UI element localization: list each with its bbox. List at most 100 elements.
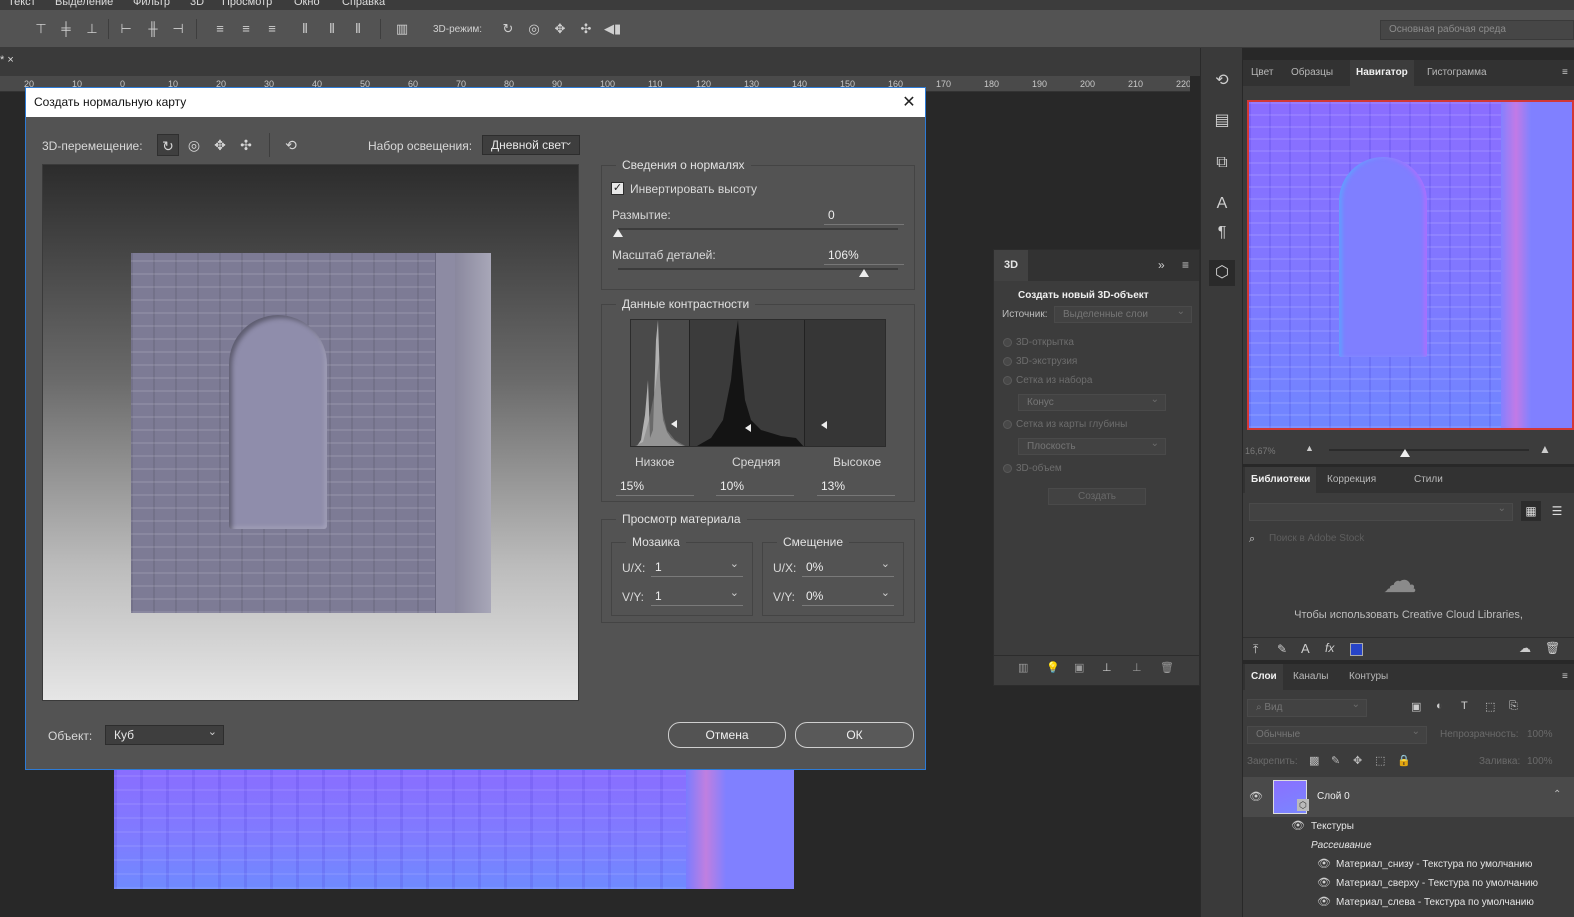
lighting-select[interactable]: Дневной свет <box>482 133 580 155</box>
offset-vy-input[interactable]: 0% <box>802 584 894 606</box>
3d-slide-icon[interactable]: ✣ <box>578 21 594 37</box>
ground-plane-icon[interactable]: ⊥ <box>1102 661 1112 674</box>
3d-panel-icon[interactable]: ⬡ <box>1209 260 1235 286</box>
navigator-preview[interactable] <box>1247 100 1574 430</box>
menu-item-select[interactable]: Выделение <box>55 0 113 8</box>
3d-roll-icon[interactable]: ◎ <box>526 21 542 37</box>
align-right-icon[interactable]: ⊣ <box>170 21 186 37</box>
menu-item-filter[interactable]: Фильтр <box>133 0 170 8</box>
lock-position-icon[interactable]: ✥ <box>1353 754 1362 767</box>
character-icon[interactable]: A <box>1209 191 1235 217</box>
list-view-icon[interactable]: ☰ <box>1547 501 1567 521</box>
source-select[interactable]: Выделенные слои <box>1054 304 1192 323</box>
fx-icon[interactable]: fx <box>1325 641 1334 655</box>
tile-ux-input[interactable]: 1 <box>651 555 743 577</box>
tab-adjustments[interactable]: Коррекция <box>1321 467 1382 493</box>
library-select[interactable] <box>1249 501 1513 521</box>
stock-search-input[interactable]: Поиск в Adobe Stock <box>1269 533 1364 544</box>
blur-slider-track[interactable] <box>618 228 898 230</box>
tab-channels[interactable]: Каналы <box>1287 664 1335 690</box>
pan-icon[interactable]: ✥ <box>209 134 231 156</box>
workspace-select[interactable]: Основная рабочая среда <box>1380 20 1574 40</box>
detail-scale-slider-track[interactable] <box>618 268 898 270</box>
cancel-button[interactable]: Отмена <box>668 722 786 748</box>
ok-button[interactable]: ОК <box>795 722 914 748</box>
invert-height-checkbox[interactable]: ✓ <box>611 182 624 195</box>
distribute-bottom-icon[interactable]: ≡ <box>264 21 280 37</box>
zoom-out-icon[interactable]: ▲ <box>1305 443 1314 453</box>
close-icon[interactable]: ✕ <box>898 92 920 114</box>
zoom-slider-thumb[interactable] <box>1400 449 1410 457</box>
preset-select[interactable]: Конус <box>1018 392 1166 411</box>
trash-icon[interactable]: 🗑 <box>1160 661 1174 674</box>
blur-value[interactable]: 0 <box>824 206 904 225</box>
preview-cube[interactable] <box>131 253 491 613</box>
3d-rotate-icon[interactable]: ↻ <box>500 21 516 37</box>
visibility-eye-icon[interactable]: 👁 <box>1291 819 1305 833</box>
tab-styles[interactable]: Стили <box>1408 467 1449 493</box>
menu-item-help[interactable]: Справка <box>342 0 385 8</box>
visibility-eye-icon[interactable]: 👁 <box>1317 857 1331 871</box>
zoom-slider-track[interactable] <box>1329 449 1529 451</box>
mid-value[interactable]: 10% <box>716 477 794 496</box>
align-vcenter-icon[interactable]: ╪ <box>58 21 74 37</box>
visibility-eye-icon[interactable]: 👁 <box>1249 790 1263 804</box>
material-row[interactable]: 👁 Материал_слева - Текстура по умолчанию <box>1243 893 1574 912</box>
depth-select[interactable]: Плоскость <box>1018 436 1166 455</box>
auto-align-icon[interactable]: ▥ <box>394 21 410 37</box>
radio-depth-map[interactable] <box>1003 420 1012 429</box>
distribute-left-icon[interactable]: ⦀ <box>297 21 313 37</box>
paragraph-icon[interactable]: ¶ <box>1209 220 1235 246</box>
collapse-panel-icon[interactable]: » <box>1158 258 1165 272</box>
align-top-icon[interactable]: ⊤ <box>33 21 49 37</box>
radio-volume[interactable] <box>1003 464 1012 473</box>
add-light-icon[interactable]: ⊥ <box>1132 661 1142 674</box>
visibility-eye-icon[interactable]: 👁 <box>1317 876 1331 890</box>
material-row[interactable]: 👁 Материал_сверху - Текстура по умолчани… <box>1243 874 1574 893</box>
diffuse-row[interactable]: Рассеивание <box>1243 836 1574 855</box>
filter-type-icon[interactable]: T <box>1461 700 1468 712</box>
lock-transparent-icon[interactable]: ▩ <box>1309 754 1319 767</box>
contrast-histogram[interactable] <box>630 319 886 447</box>
panel-menu-icon[interactable]: ≡ <box>1556 664 1574 690</box>
lock-all-icon[interactable]: 🔒 <box>1397 754 1411 767</box>
brush-icon[interactable]: ✎ <box>1277 642 1287 656</box>
history-icon[interactable]: ⟲ <box>1209 68 1235 94</box>
filter-smart-icon[interactable]: ⎘ <box>1509 700 1518 713</box>
lock-image-icon[interactable]: ✎ <box>1331 754 1340 767</box>
trash-icon[interactable]: 🗑 <box>1545 641 1560 655</box>
blur-slider-thumb[interactable] <box>613 229 623 237</box>
detail-scale-slider-thumb[interactable] <box>859 269 870 277</box>
filter-shape-icon[interactable]: ⬚ <box>1485 700 1495 713</box>
menu-item-window[interactable]: Окно <box>294 0 320 8</box>
menu-item-view[interactable]: Просмотр <box>222 0 272 8</box>
layer-comps-icon[interactable]: ⧉ <box>1209 150 1235 176</box>
distribute-hcenter-icon[interactable]: ⦀ <box>324 21 340 37</box>
mid-marker-icon[interactable] <box>745 424 751 432</box>
slide-icon[interactable]: ✣ <box>235 134 257 156</box>
orbit-icon[interactable]: ↻ <box>157 134 179 156</box>
create-button[interactable]: Создать <box>1048 488 1146 505</box>
opacity-value[interactable]: 100% <box>1527 729 1553 740</box>
tab-paths[interactable]: Контуры <box>1343 664 1394 690</box>
tab-layers[interactable]: Слои <box>1245 664 1283 690</box>
3d-pan-icon[interactable]: ✥ <box>552 21 568 37</box>
align-left-icon[interactable]: ⊢ <box>118 21 134 37</box>
blend-mode-select[interactable]: Обычные <box>1247 724 1427 744</box>
filter-adjustment-icon[interactable]: ◐ <box>1436 700 1443 712</box>
upload-icon[interactable]: ⤒ <box>1253 642 1258 657</box>
tab-color[interactable]: Цвет <box>1245 60 1279 86</box>
fill-value[interactable]: 100% <box>1527 756 1553 767</box>
cloud-sync-icon[interactable]: ☁ <box>1519 641 1531 655</box>
align-bottom-icon[interactable]: ⊥ <box>84 21 100 37</box>
zoom-in-icon[interactable]: ▲ <box>1539 442 1551 456</box>
light-bulb-icon[interactable]: 💡 <box>1046 661 1060 674</box>
textures-row[interactable]: 👁 Текстуры <box>1243 817 1574 836</box>
reset-view-icon[interactable]: ⟲ <box>280 134 302 156</box>
high-marker-icon[interactable] <box>821 421 827 429</box>
tab-histogram[interactable]: Гистограмма <box>1421 60 1493 86</box>
distribute-right-icon[interactable]: ⦀ <box>350 21 366 37</box>
align-hcenter-icon[interactable]: ╫ <box>145 21 161 37</box>
low-marker-icon[interactable] <box>671 420 677 428</box>
color-swatch-icon[interactable] <box>1350 643 1363 656</box>
